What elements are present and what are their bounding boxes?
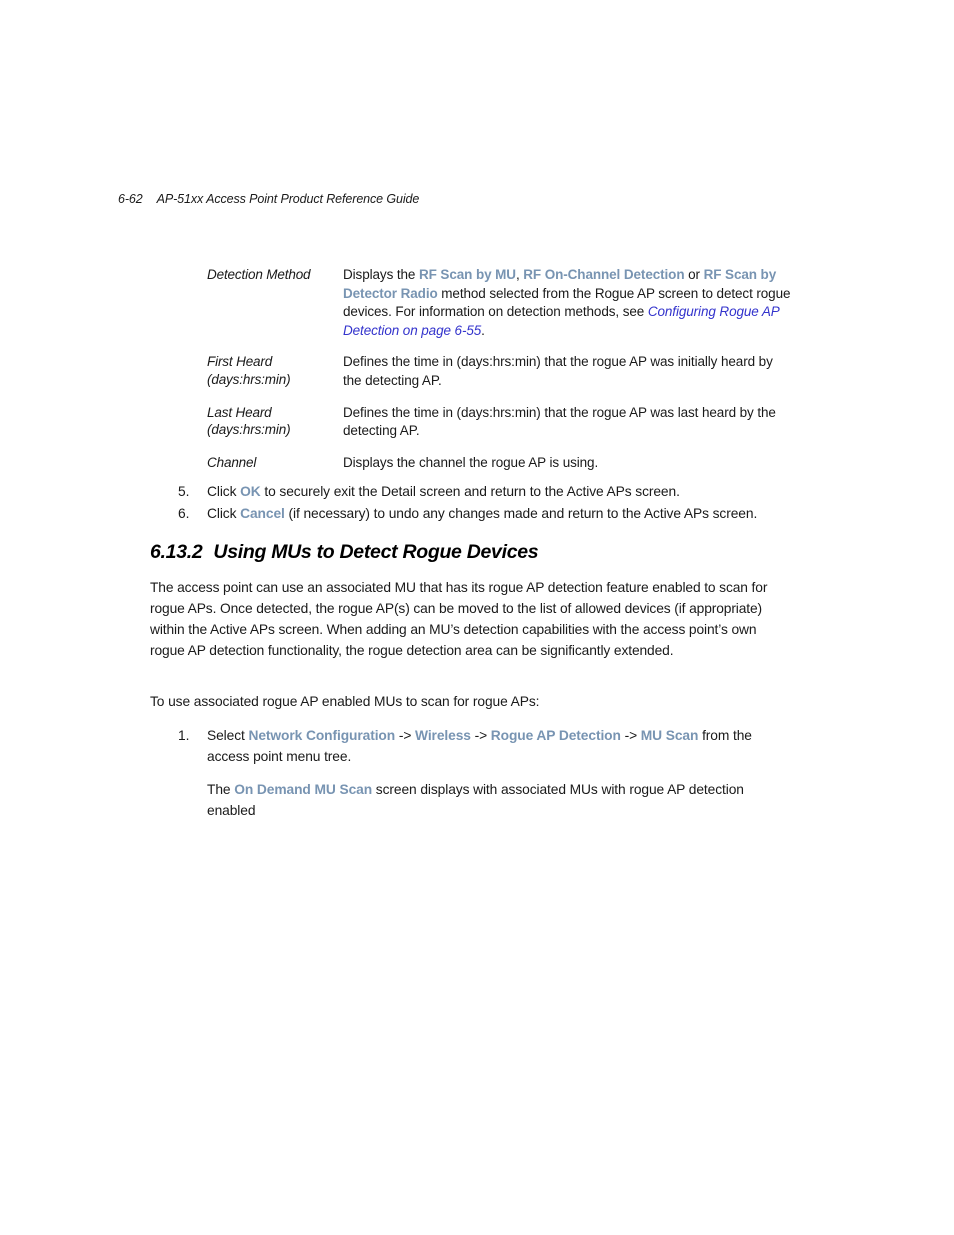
definition-term: Last Heard (days:hrs:min) <box>207 404 343 439</box>
ui-term: Cancel <box>240 506 285 521</box>
definition-description: Defines the time in (days:hrs:min) that … <box>343 404 776 439</box>
numbered-step: 6. Click Cancel (if necessary) to undo a… <box>178 503 793 524</box>
definition-term-sublabel: (days:hrs:min) <box>207 422 291 438</box>
ui-term: Wireless <box>415 728 471 743</box>
ui-term: RF Scan by MU <box>418 267 516 282</box>
procedure-block: To use associated rogue AP enabled MUs t… <box>150 691 794 821</box>
definition-row: Last Heard (days:hrs:min) Defines the ti… <box>207 404 792 441</box>
definition-term: First Heard (days:hrs:min) <box>207 353 343 388</box>
numbered-step-list-upper: 5. Click OK to securely exit the Detail … <box>178 481 793 525</box>
page-folio: 6-62 <box>118 192 143 206</box>
ui-term: Rogue AP Detection <box>490 728 621 743</box>
definition-term: Detection Method <box>207 266 343 284</box>
section-heading: 6.13.2 Using MUs to Detect Rogue Devices <box>150 541 539 564</box>
numbered-step: 1. Select Network Configuration -> Wirel… <box>178 725 794 767</box>
body-paragraph: The access point can use an associated M… <box>150 580 768 658</box>
definition-term: Channel <box>207 454 343 472</box>
step-text: Click OK to securely exit the Detail scr… <box>207 484 680 499</box>
cross-reference-link: Configuring Rogue AP Detection on page 6… <box>343 304 780 338</box>
guide-title: AP-51xx Access Point Product Reference G… <box>156 192 420 206</box>
section-body: The access point can use an associated M… <box>150 577 794 661</box>
definition-term-label: Last Heard <box>207 404 272 420</box>
step-marker: 5. <box>178 484 190 499</box>
ui-term: On Demand MU Scan <box>234 782 373 797</box>
definition-description: Defines the time in (days:hrs:min) that … <box>343 354 773 388</box>
definition-term-label: Detection Method <box>207 267 311 282</box>
definition-term-sublabel: (days:hrs:min) <box>207 371 291 387</box>
ui-term: RF On-Channel Detection <box>523 267 685 282</box>
step-text: Select Network Configuration -> Wireless… <box>207 728 752 764</box>
section-title: Using MUs to Detect Rogue Devices <box>213 541 539 563</box>
procedure-lead-in: To use associated rogue AP enabled MUs t… <box>150 694 540 709</box>
definition-row: Detection Method Displays the RF Scan by… <box>207 266 792 340</box>
definition-table: Detection Method Displays the RF Scan by… <box>207 266 792 472</box>
definition-row: Channel Displays the channel the rogue A… <box>207 454 792 473</box>
running-header: 6-62 AP-51xx Access Point Product Referen… <box>118 192 419 206</box>
ui-term: OK <box>240 484 261 499</box>
step-marker: 6. <box>178 506 190 521</box>
step-marker: 1. <box>178 728 190 743</box>
section-number: 6.13.2 <box>150 541 203 563</box>
definition-description: Displays the channel the rogue AP is usi… <box>343 454 599 470</box>
numbered-step-list-lower: 1. Select Network Configuration -> Wirel… <box>150 725 794 821</box>
definition-term-label: First Heard <box>207 354 273 370</box>
document-page: 6-62 AP-51xx Access Point Product Referen… <box>0 0 954 1235</box>
ui-term: MU Scan <box>640 728 699 743</box>
step-follow-up-text: The On Demand MU Scan screen displays wi… <box>207 782 744 818</box>
definition-description: Displays the RF Scan by MU, RF On-Channe… <box>343 267 791 338</box>
numbered-step: 5. Click OK to securely exit the Detail … <box>178 481 793 502</box>
ui-term: Network Configuration <box>248 728 396 743</box>
definition-term-label: Channel <box>207 454 257 470</box>
definition-row: First Heard (days:hrs:min) Defines the t… <box>207 353 792 390</box>
step-text: Click Cancel (if necessary) to undo any … <box>207 506 758 521</box>
